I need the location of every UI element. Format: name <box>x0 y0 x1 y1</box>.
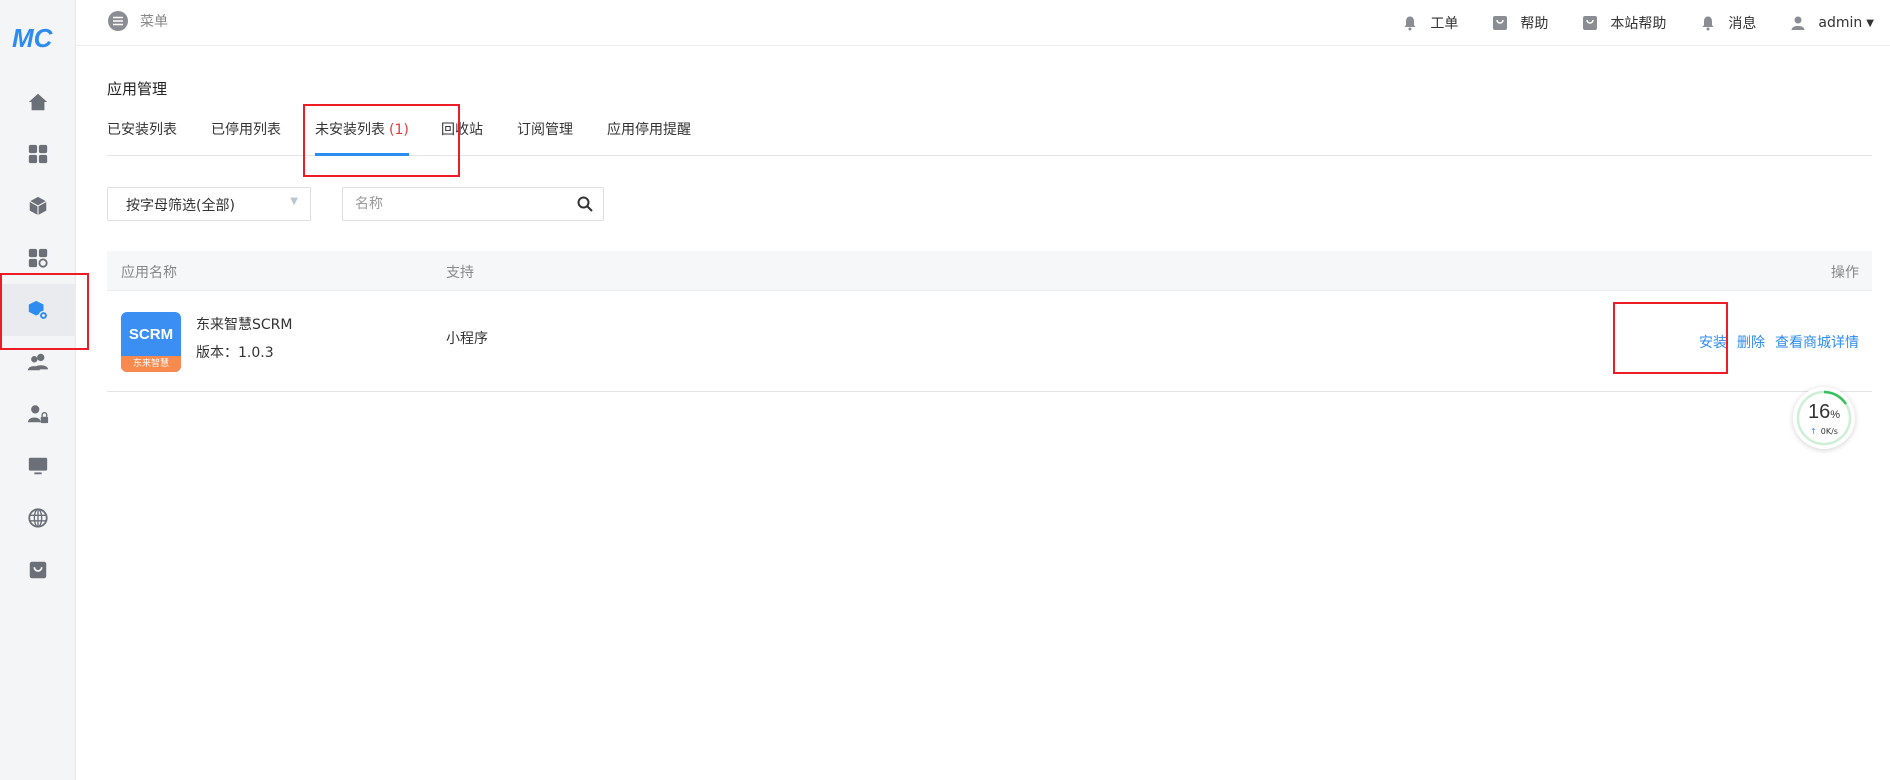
sidebar-item-app-manage[interactable] <box>0 284 76 336</box>
delete-button[interactable]: 删除 <box>1737 332 1765 352</box>
topbar-links: 工单 帮助 本站帮助 消息 admin ▼ <box>1368 0 1874 46</box>
tab-bar: 已安装列表 已停用列表 未安装列表 (1) 回收站 订阅管理 应用停用提醒 <box>107 119 1872 156</box>
sidebar-item-app-settings[interactable] <box>0 232 76 284</box>
tab-count-badge: (1) <box>389 122 409 138</box>
letter-filter-select[interactable]: 按字母筛选(全部) ▼ <box>107 187 311 221</box>
view-store-details-link[interactable]: 查看商城详情 <box>1775 332 1859 352</box>
tab-not-installed-label: 未安装列表 <box>315 122 385 138</box>
tab-disable-reminders[interactable]: 应用停用提醒 <box>607 119 691 156</box>
speed-percent: 16% <box>1793 401 1855 424</box>
cube-icon <box>29 196 47 216</box>
users-icon <box>27 353 49 371</box>
user-lock-icon <box>27 405 49 424</box>
menu-label: 菜单 <box>140 14 168 30</box>
caret-down-icon: ▼ <box>1866 17 1874 29</box>
speed-percent-value: 16 <box>1807 401 1831 423</box>
messages-link[interactable]: 消息 <box>1700 13 1756 33</box>
topbar: 菜单 工单 帮助 本站帮助 消息 admin ▼ <box>76 0 1890 46</box>
sidebar-item-site[interactable] <box>0 492 76 544</box>
tab-subscriptions-label: 订阅管理 <box>517 122 573 138</box>
home-icon <box>28 93 48 111</box>
logo-icon[interactable]: MC <box>12 22 64 52</box>
search-input[interactable] <box>343 188 563 220</box>
header-support: 支持 <box>446 265 474 281</box>
chevron-down-icon: ▼ <box>290 196 298 207</box>
tab-disable-reminders-label: 应用停用提醒 <box>607 122 691 138</box>
store-bag-icon <box>29 561 47 579</box>
network-speed-widget[interactable]: 16% ↑ 0K/s <box>1793 387 1855 449</box>
table-row: SCRM 东来智慧 东来智慧SCRM 版本：1.0.3 小程序 安装 删除 查看… <box>107 292 1872 392</box>
app-icon-subtext: 东来智慧 <box>121 356 181 372</box>
table-header: 应用名称 支持 操作 <box>107 251 1872 291</box>
sidebar-item-users[interactable] <box>0 336 76 388</box>
tab-disabled[interactable]: 已停用列表 <box>211 119 281 156</box>
messages-label: 消息 <box>1728 16 1757 32</box>
sidebar-item-monitor[interactable] <box>0 440 76 492</box>
header-app-name: 应用名称 <box>121 265 177 281</box>
apps-settings-icon <box>28 248 48 268</box>
app-icon-text: SCRM <box>128 326 174 343</box>
site-help-label: 本站帮助 <box>1610 16 1667 32</box>
speed-rate-value: 0K/s <box>1820 427 1838 436</box>
bag-icon <box>1583 16 1598 30</box>
sidebar-item-home[interactable] <box>0 76 76 128</box>
app-icon: SCRM 东来智慧 <box>121 312 181 372</box>
work-order-label: 工单 <box>1430 16 1459 32</box>
row-actions: 安装 删除 查看商城详情 <box>1689 332 1859 352</box>
monitor-icon <box>28 457 48 475</box>
page-title: 应用管理 <box>107 80 168 98</box>
work-order-link[interactable]: 工单 <box>1402 13 1458 33</box>
svg-text:MC: MC <box>12 23 54 52</box>
user-menu[interactable]: admin ▼ <box>1790 15 1874 31</box>
sidebar-item-permissions[interactable] <box>0 388 76 440</box>
header-operations: 操作 <box>1831 265 1859 281</box>
bag-icon <box>1493 16 1508 30</box>
sidebar-item-apps[interactable] <box>0 128 76 180</box>
app-manage-icon <box>28 300 49 321</box>
speed-percent-unit: % <box>1830 409 1841 421</box>
arrow-up-icon: ↑ <box>1810 427 1817 436</box>
help-label: 帮助 <box>1520 16 1549 32</box>
sidebar-item-store[interactable] <box>0 544 76 596</box>
username-label: admin <box>1818 15 1863 31</box>
tab-recycle-bin[interactable]: 回收站 <box>441 119 483 156</box>
menu-list-icon <box>108 11 128 31</box>
search-icon[interactable] <box>577 196 593 212</box>
tab-subscriptions[interactable]: 订阅管理 <box>517 119 573 156</box>
globe-icon <box>28 508 48 528</box>
app-name: 东来智慧SCRM <box>196 317 293 333</box>
app-support: 小程序 <box>446 331 488 347</box>
app-version: 版本：1.0.3 <box>196 345 274 361</box>
search-box <box>342 187 604 221</box>
tab-recycle-bin-label: 回收站 <box>441 122 483 138</box>
tab-not-installed[interactable]: 未安装列表 (1) <box>315 119 409 156</box>
tab-disabled-label: 已停用列表 <box>211 122 281 138</box>
help-link[interactable]: 帮助 <box>1492 13 1548 33</box>
sidebar: MC <box>0 0 76 780</box>
letter-filter-value: 按字母筛选(全部) <box>126 198 235 214</box>
speed-rate: ↑ 0K/s <box>1793 427 1855 436</box>
site-help-link[interactable]: 本站帮助 <box>1582 13 1666 33</box>
apps-grid-icon <box>28 144 48 164</box>
menu-toggle-button[interactable]: 菜单 <box>108 11 168 31</box>
sidebar-item-modules[interactable] <box>0 180 76 232</box>
bell-icon <box>1702 16 1714 31</box>
tab-installed[interactable]: 已安装列表 <box>107 119 177 156</box>
user-avatar-icon <box>1791 16 1805 30</box>
bell-icon <box>1404 16 1416 31</box>
tab-installed-label: 已安装列表 <box>107 122 177 138</box>
install-button[interactable]: 安装 <box>1699 332 1727 352</box>
